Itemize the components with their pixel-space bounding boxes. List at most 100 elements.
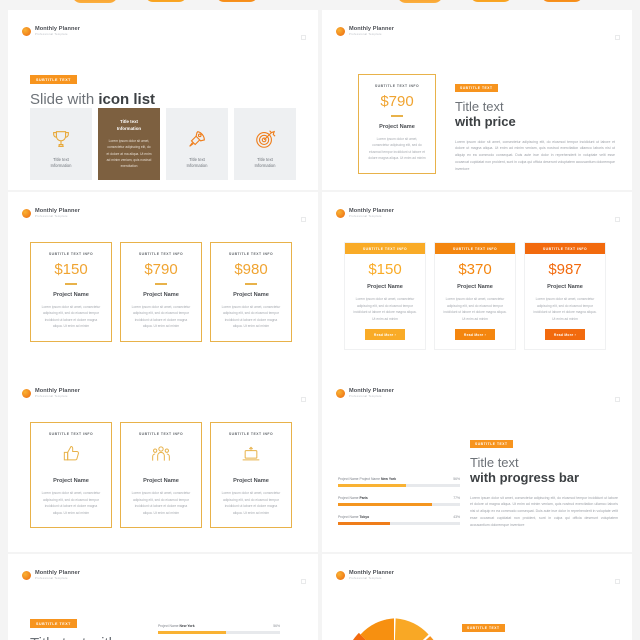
pie-bleed-top	[0, 0, 640, 4]
slide-logo: Monthly Planner Professional Template	[336, 570, 394, 581]
price-card[interactable]: SUBTITLE TEXT INFO $790 Project Name Lor…	[358, 74, 436, 174]
trophy-icon	[30, 128, 92, 150]
slide-three-icon-outline[interactable]: Monthly Planner Professional Template SU…	[8, 372, 318, 552]
slide-three-price-banded[interactable]: Monthly Planner Professional Template SU…	[322, 192, 632, 372]
divider	[155, 283, 167, 285]
price-value: $987	[548, 261, 582, 278]
progress-percent: 56%	[273, 624, 280, 628]
logo-icon	[336, 571, 345, 581]
price-card-body: Lorem ipsum dolor sit amet, consectetur …	[131, 304, 191, 329]
brand-name: Monthly Planner	[35, 26, 81, 32]
logo-icon	[22, 27, 31, 37]
logo-icon	[336, 389, 345, 399]
progress-label: Project Name New York	[158, 624, 195, 628]
project-name: Project Name	[143, 291, 179, 298]
feature-card-body: Lorem ipsum dolor sit amet, consectetur …	[131, 491, 191, 515]
progress-chart: Project Name Project Name New YorkProjec…	[338, 477, 460, 534]
feature-card[interactable]: SUBTITLE TEXT INFO Project Name Lorem ip…	[210, 422, 292, 529]
read-more-button[interactable]: Read More ›	[454, 329, 496, 341]
slide-logo: Monthly Planner Professional Template	[22, 388, 81, 399]
subtitle-pill: SUBTITLE TEXT	[30, 75, 77, 85]
progress-row: Project Name Paris 77%	[338, 496, 460, 506]
price-value: $790	[380, 93, 414, 110]
feature-card-subtitle: SUBTITLE TEXT INFO	[138, 432, 184, 436]
body-paragraph: Lorem ipsum dolor sit amet, consectetur …	[470, 495, 618, 527]
price-card-body: Lorem ipsum dolor sit amet, consectetur …	[533, 297, 597, 321]
brand-name: Monthly Planner	[349, 26, 395, 32]
icon-card[interactable]: Title text Information	[30, 108, 92, 180]
price-card-body: Lorem ipsum dolor sit amet, consectetur …	[443, 297, 507, 321]
price-value: $370	[458, 261, 492, 278]
project-name: Project Name	[367, 284, 403, 290]
price-card-subtitle: SUBTITLE TEXT INFO	[525, 243, 605, 254]
slide-title-with-progress-2[interactable]: Monthly Planner Professional Template SU…	[8, 554, 318, 640]
page-title: Slide with icon list	[30, 91, 155, 109]
title-bold: with progress bar	[470, 470, 580, 486]
icon-card[interactable]: Title text Information	[166, 108, 228, 180]
template-preview-sheet: Monthly Planner Professional Template SU…	[0, 0, 640, 640]
page-title: Title text with price	[455, 99, 615, 130]
feature-card[interactable]: SUBTITLE TEXT INFO Project Name Lorem ip…	[120, 422, 202, 529]
progress-row: Project Name New York 56%	[158, 624, 280, 634]
read-more-button[interactable]: Read More ›	[544, 329, 586, 341]
brand-name: Monthly Planner	[35, 388, 81, 394]
slide-logo: Monthly Planner Professional Template	[336, 388, 395, 399]
price-card-body: Lorem ipsum dolor sit amet, consectetur …	[368, 136, 426, 161]
slide-title-with-progress[interactable]: Monthly Planner Professional Template Pr…	[322, 372, 632, 552]
progress-percent: 56%	[453, 477, 460, 481]
slide-number-marker	[301, 217, 306, 222]
progress-row: Project Name Tokyo 43%	[338, 515, 460, 525]
brand-name: Monthly Planner	[349, 208, 395, 214]
slide-icon-list[interactable]: Monthly Planner Professional Template SU…	[8, 10, 318, 190]
icon-card-label: Title text Information	[50, 156, 72, 169]
divider	[65, 283, 77, 285]
progress-label: Project Name Project Name New YorkProjec…	[338, 477, 397, 481]
brand-subtitle: Professional Template	[35, 394, 68, 398]
price-card-body: Lorem ipsum dolor sit amet, consectetur …	[221, 304, 281, 329]
price-card-subtitle: SUBTITLE TEXT INFO	[345, 243, 425, 254]
slide-logo: Monthly Planner Professional Template	[22, 208, 81, 219]
progress-fill	[338, 484, 407, 487]
price-card[interactable]: SUBTITLE TEXT INFO $370 Project Name Lor…	[434, 242, 516, 351]
progress-fill	[338, 503, 432, 506]
pie-chart-svg: Product	[353, 618, 434, 640]
title-bold: icon list	[98, 91, 156, 108]
slide-logo: Monthly Planner Professional Template	[336, 26, 395, 37]
price-card[interactable]: SUBTITLE TEXT INFO $150 Project Name Lor…	[30, 242, 112, 342]
progress-track	[158, 631, 280, 634]
icon-card[interactable]: Title text Information	[234, 108, 296, 180]
brand-name: Monthly Planner	[349, 388, 395, 394]
team-icon	[151, 444, 171, 469]
icon-card-highlight[interactable]: Title text Information Lorem ipsum dolor …	[98, 108, 160, 180]
slide-logo: Monthly Planner Professional Template	[22, 570, 81, 581]
slide-marketing-mix[interactable]: Monthly Planner Professional Template Pr…	[322, 554, 632, 640]
feature-card[interactable]: SUBTITLE TEXT INFO Project Name Lorem ip…	[30, 422, 112, 529]
progress-label: Project Name Tokyo	[338, 515, 370, 519]
price-card[interactable]: SUBTITLE TEXT INFO $150 Project Name Lor…	[344, 242, 426, 351]
slide-three-price-outline[interactable]: Monthly Planner Professional Template SU…	[8, 192, 318, 372]
price-card[interactable]: SUBTITLE TEXT INFO $987 Project Name Lor…	[524, 242, 606, 351]
read-more-button[interactable]: Read More ›	[364, 329, 406, 341]
page-title: Title text with progress bar	[470, 455, 618, 486]
slide-title-with-price[interactable]: Monthly Planner Professional Template SU…	[322, 10, 632, 190]
icon-card-desc: Lorem ipsum dolor sit amet, consectetur …	[106, 139, 152, 169]
rocket-icon	[166, 128, 228, 150]
price-card[interactable]: SUBTITLE TEXT INFO $980 Project Name Lor…	[210, 242, 292, 342]
price-value: $790	[144, 261, 178, 278]
divider	[245, 283, 257, 285]
divider	[391, 115, 403, 117]
progress-label: Project Name Paris	[338, 496, 368, 500]
icon-card-label: Title text Information	[254, 156, 276, 169]
progress-track	[338, 484, 460, 487]
laptop-icon	[241, 444, 261, 469]
price-value: $980	[234, 261, 268, 278]
slide-logo: Monthly Planner Professional Template	[22, 26, 81, 37]
brand-name: Monthly Planner	[35, 208, 81, 214]
brand-subtitle: Professional Template	[35, 32, 68, 36]
title-light: Slide with	[30, 91, 99, 108]
subtitle-pill: SUBTITLE TEXT	[30, 619, 77, 629]
progress-track	[338, 522, 460, 525]
price-card-subtitle: SUBTITLE TEXT INFO	[48, 252, 94, 256]
price-card[interactable]: SUBTITLE TEXT INFO $790 Project Name Lor…	[120, 242, 202, 342]
brand-name: Monthly Planner	[35, 570, 81, 576]
